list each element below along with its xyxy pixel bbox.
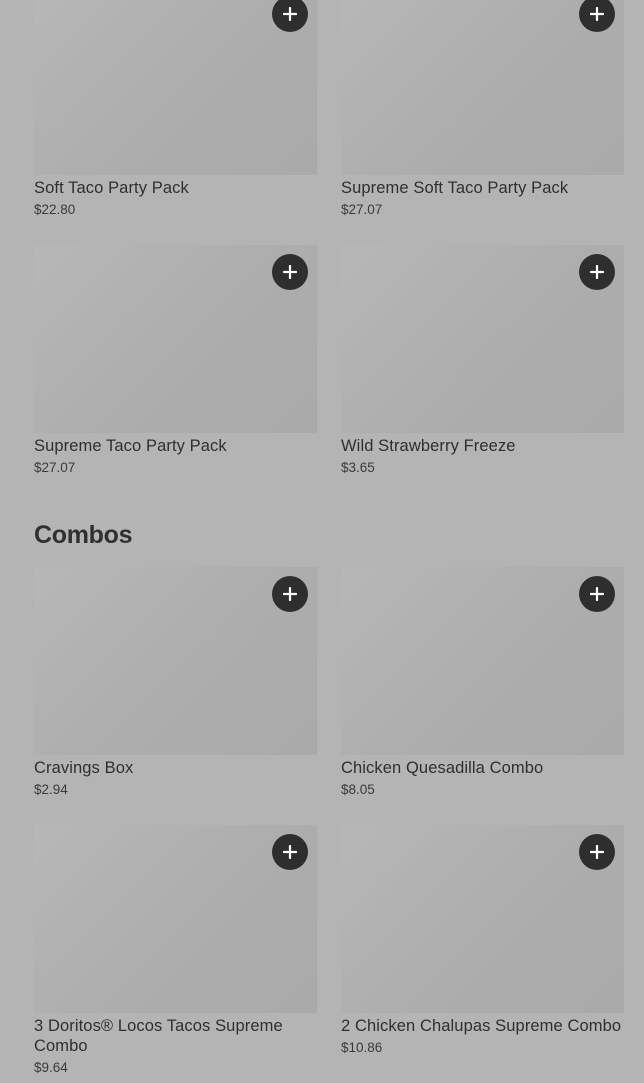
item-name[interactable]: Soft Taco Party Pack	[34, 178, 317, 198]
item-price: $9.64	[34, 1060, 68, 1075]
plus-icon	[283, 845, 297, 859]
item-name[interactable]: Chicken Quesadilla Combo	[341, 758, 624, 778]
add-to-order-button[interactable]	[579, 254, 615, 290]
plus-icon	[590, 265, 604, 279]
menu-item-card[interactable]: Supreme Soft Taco Party Pack $27.07	[341, 0, 624, 218]
menu-item-card[interactable]: Wild Strawberry Freeze $3.65	[341, 245, 624, 476]
menu-item-card[interactable]: Supreme Taco Party Pack $27.07	[34, 245, 317, 476]
add-to-order-button[interactable]	[579, 834, 615, 870]
item-image[interactable]	[34, 0, 317, 175]
add-to-order-button[interactable]	[272, 834, 308, 870]
item-image[interactable]	[341, 0, 624, 175]
plus-icon	[283, 265, 297, 279]
plus-icon	[283, 7, 297, 21]
menu-item-card[interactable]: Cravings Box $2.94	[34, 567, 317, 798]
item-name[interactable]: 2 Chicken Chalupas Supreme Combo	[341, 1016, 624, 1036]
item-name[interactable]: Supreme Soft Taco Party Pack	[341, 178, 624, 198]
plus-icon	[590, 587, 604, 601]
add-to-order-button[interactable]	[579, 576, 615, 612]
menu-item-card[interactable]: 3 Doritos® Locos Tacos Supreme Combo $9.…	[34, 825, 317, 1076]
item-name[interactable]: Supreme Taco Party Pack	[34, 436, 317, 456]
add-to-order-button[interactable]	[272, 254, 308, 290]
item-price: $8.05	[341, 782, 375, 797]
item-image[interactable]	[341, 825, 624, 1013]
item-image[interactable]	[341, 567, 624, 755]
item-name[interactable]: Cravings Box	[34, 758, 317, 778]
plus-icon	[590, 845, 604, 859]
item-price: $22.80	[34, 202, 76, 217]
menu-item-card[interactable]: Chicken Quesadilla Combo $8.05	[341, 567, 624, 798]
item-price: $2.94	[34, 782, 68, 797]
item-image[interactable]	[341, 245, 624, 433]
menu-item-card[interactable]: 2 Chicken Chalupas Supreme Combo $10.86	[341, 825, 624, 1056]
item-name[interactable]: 3 Doritos® Locos Tacos Supreme Combo	[34, 1016, 317, 1056]
item-image[interactable]	[34, 245, 317, 433]
menu-page: Soft Taco Party Pack $22.80 Supreme Soft…	[0, 0, 644, 1083]
plus-icon	[283, 587, 297, 601]
plus-icon	[590, 7, 604, 21]
item-price: $27.07	[34, 460, 76, 475]
item-price: $10.86	[341, 1040, 383, 1055]
item-price: $27.07	[341, 202, 383, 217]
add-to-order-button[interactable]	[579, 0, 615, 32]
section-title-combos: Combos	[34, 521, 133, 549]
item-name[interactable]: Wild Strawberry Freeze	[341, 436, 624, 456]
add-to-order-button[interactable]	[272, 0, 308, 32]
item-image[interactable]	[34, 567, 317, 755]
add-to-order-button[interactable]	[272, 576, 308, 612]
item-image[interactable]	[34, 825, 317, 1013]
item-price: $3.65	[341, 460, 375, 475]
menu-item-card[interactable]: Soft Taco Party Pack $22.80	[34, 0, 317, 218]
